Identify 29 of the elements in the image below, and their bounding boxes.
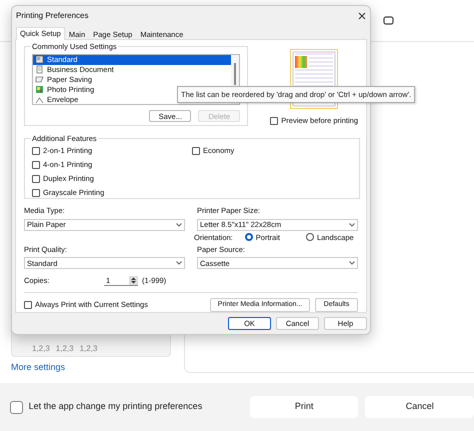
checkbox[interactable] [32, 188, 40, 197]
cancel-button[interactable]: Cancel [365, 396, 474, 418]
more-settings-link[interactable]: More settings [11, 360, 173, 374]
setting-icon [35, 55, 44, 64]
radio-button[interactable] [244, 233, 253, 242]
spin-arrows-icon[interactable] [129, 276, 138, 285]
checkbox[interactable] [32, 160, 40, 169]
window-title: Printing Preferences [16, 10, 88, 22]
setting-icon [35, 74, 44, 84]
collation-label: 1,2,3 [80, 342, 98, 354]
checkbox[interactable] [32, 174, 40, 183]
setting-icon [35, 65, 44, 74]
print-button[interactable]: Print [250, 396, 358, 418]
checkbox[interactable] [32, 146, 40, 155]
chevron-down-icon [349, 261, 355, 266]
close-icon[interactable] [358, 12, 366, 20]
checkbox[interactable] [270, 116, 278, 125]
radio-button[interactable] [306, 233, 314, 242]
collation-label: 1,2,3 [56, 342, 74, 354]
chevron-down-icon [349, 222, 355, 227]
collation-label: 1,2,3 [32, 342, 50, 354]
checkbox[interactable] [10, 400, 23, 414]
checkbox-label: Let the app change my printing preferences [28, 400, 204, 414]
checkbox[interactable] [192, 146, 200, 155]
chevron-down-icon [176, 222, 182, 227]
screen-icon[interactable] [383, 16, 394, 25]
setting-icon [35, 84, 44, 94]
checkbox[interactable] [24, 301, 32, 309]
chevron-down-icon [176, 261, 182, 266]
